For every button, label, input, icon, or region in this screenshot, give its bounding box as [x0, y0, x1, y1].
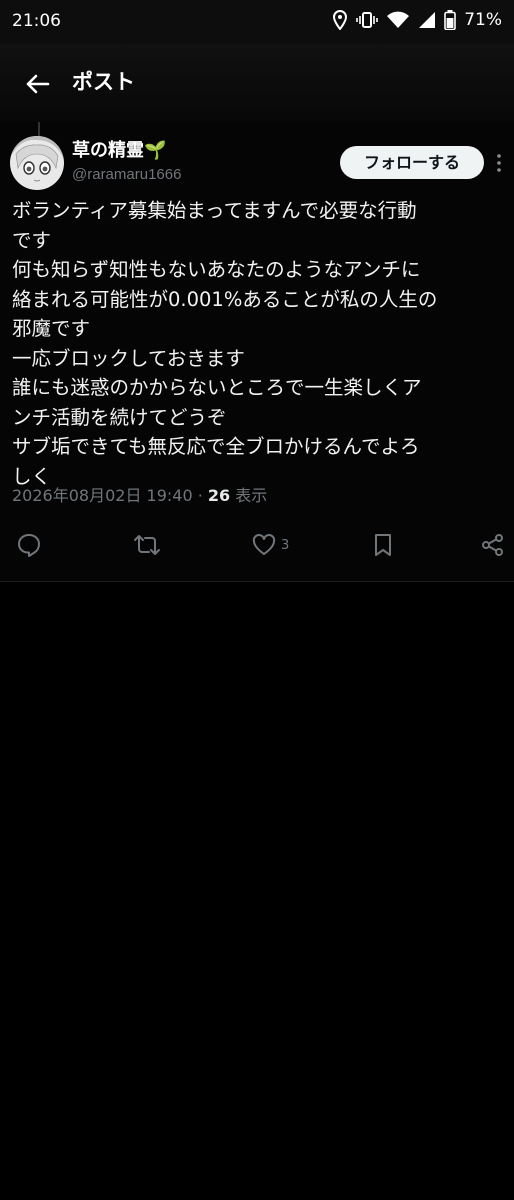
vibrate-icon: [356, 12, 379, 28]
repost-icon: [134, 535, 160, 555]
post-body-line: サブ垢できても無反応で全ブロかけるんでよろ: [12, 435, 420, 458]
like-count: 3: [281, 537, 290, 553]
post-body-line: 誰にも迷惑のかからないところで一生楽しくア: [12, 376, 422, 399]
share-button[interactable]: [480, 530, 506, 560]
battery-icon: [444, 10, 457, 30]
view-label: 表示: [230, 486, 268, 505]
post-body-line: ンチ活動を続けてどうぞ: [12, 405, 227, 429]
author-name[interactable]: 草の精霊🌱: [72, 136, 166, 162]
post-body-line: 何も知らず知性もないあなたのようなアンチに: [12, 258, 421, 281]
post-body-line: 絡まれる可能性が0.001%あることが私の人生の: [12, 287, 438, 311]
post: 草の精霊🌱 @raramaru1666 フォローする ボランティア募集始まってま…: [0, 122, 514, 582]
battery-level: 71%: [464, 10, 502, 30]
more-options-button[interactable]: [492, 148, 506, 178]
post-body-line: です: [12, 228, 52, 252]
post-body-line: 一応ブロックしておきます: [12, 346, 245, 370]
follow-button[interactable]: フォローする: [340, 146, 484, 179]
post-body: ボランティア募集始まってますんで必要な行動 です 何も知らず知性もないあなたのよ…: [12, 196, 510, 491]
more-vertical-icon: [497, 154, 501, 172]
page-title: ポスト: [72, 70, 135, 94]
meta-separator: ·: [192, 486, 208, 505]
author-handle[interactable]: @raramaru1666: [72, 166, 181, 183]
signal-icon: [419, 12, 436, 28]
post-body-line: ボランティア募集始まってますんで必要な行動: [12, 199, 417, 222]
avatar-image: [10, 136, 64, 190]
post-timestamp[interactable]: 2026年08月02日 19:40: [12, 486, 193, 505]
status-icons: 71%: [332, 10, 502, 30]
share-icon: [482, 534, 503, 556]
reply-button[interactable]: [16, 530, 42, 560]
view-count: 26: [207, 486, 231, 505]
bookmark-button[interactable]: [371, 530, 395, 560]
back-arrow-icon: [26, 74, 50, 94]
bookmark-icon: [375, 534, 391, 556]
location-icon: [333, 10, 348, 30]
status-time: 21:06: [12, 11, 61, 31]
avatar[interactable]: [10, 136, 64, 190]
back-button[interactable]: [18, 64, 58, 104]
post-body-line: 邪魔です: [12, 317, 91, 340]
reply-icon: [18, 534, 40, 557]
action-bar: 3: [0, 530, 514, 570]
thread-line: [38, 122, 40, 136]
like-button[interactable]: 3: [251, 530, 289, 560]
post-meta: 2026年08月02日 19:40 · 26 表示: [12, 482, 267, 506]
heart-icon: [252, 533, 276, 555]
status-bar: 21:06 71%: [0, 0, 514, 44]
wifi-icon: [387, 11, 410, 28]
repost-button[interactable]: [133, 530, 161, 560]
top-app-bar: ポスト: [0, 44, 514, 122]
